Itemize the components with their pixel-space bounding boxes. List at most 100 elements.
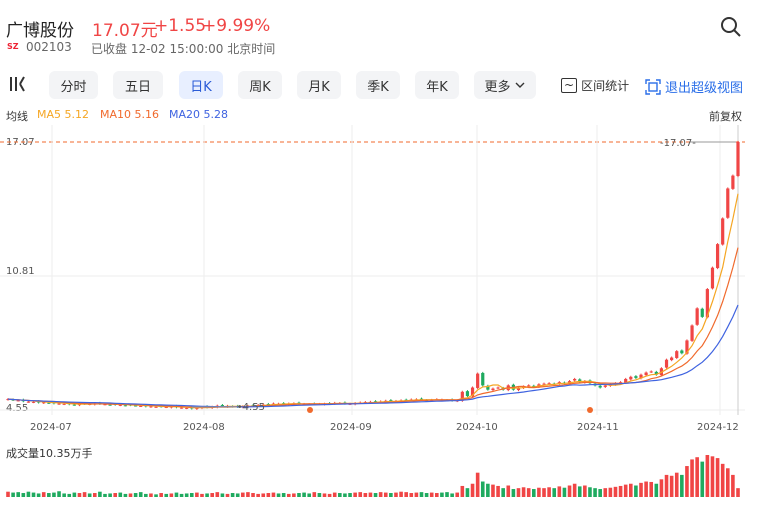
volume-bar	[501, 488, 505, 497]
volume-bar	[700, 461, 705, 497]
tab-jik[interactable]: 季K	[356, 71, 400, 99]
candle-body	[598, 385, 602, 388]
tab-wuri[interactable]: 五日	[113, 71, 163, 99]
volume-bar	[195, 492, 199, 497]
candle-body	[736, 142, 740, 177]
volume-bar	[276, 493, 281, 497]
volume-bar	[26, 491, 31, 497]
volume-bar	[184, 493, 189, 497]
volume-bar	[710, 456, 715, 497]
candle-body	[481, 372, 485, 386]
volume-bar	[256, 493, 260, 497]
volume-bar	[92, 493, 97, 497]
volume-bar	[649, 481, 654, 497]
volume-bar	[174, 492, 179, 497]
volume-bar	[67, 493, 72, 497]
volume-bar	[593, 488, 597, 497]
volume-bar	[552, 488, 557, 497]
event-dot	[307, 407, 313, 413]
volume-bar	[343, 493, 347, 497]
volume-bar	[674, 472, 679, 497]
volume-bar	[108, 493, 112, 497]
volume-bar	[634, 485, 638, 497]
volume-bar	[577, 486, 582, 497]
exit-super-view-label: 退出超级视图	[665, 81, 744, 96]
volume-bar	[373, 493, 378, 497]
volume-bar	[322, 493, 327, 497]
market-status: 已收盘 12-02 15:00:00 北京时间	[91, 42, 276, 56]
kline-chart[interactable]: -17.07- •4.55	[0, 125, 768, 445]
volume-bar	[41, 492, 46, 497]
volume-bar	[77, 493, 82, 497]
volume-bar	[516, 488, 521, 497]
volume-bar	[537, 487, 541, 497]
volume-bar	[394, 492, 398, 497]
volume-bar	[133, 493, 138, 497]
volume-bar	[680, 474, 684, 497]
volume-bar	[62, 493, 66, 497]
volume-bar	[731, 474, 735, 497]
volume-bar	[557, 486, 562, 497]
volume-bar	[348, 493, 352, 497]
price-change-pct: +9.99%	[202, 16, 271, 36]
volume-bar	[628, 483, 633, 497]
volume-bar	[36, 493, 41, 497]
range-stats-button[interactable]: ~ 区间统计	[561, 77, 629, 94]
tab-nian-k[interactable]: 年K	[415, 71, 459, 99]
volume-bar	[297, 493, 301, 497]
volume-bar	[144, 493, 148, 497]
volume-bar	[368, 492, 373, 497]
tab-zhouk[interactable]: 周K	[238, 71, 282, 99]
volume-bar	[496, 485, 500, 497]
ma20-value: MA20 5.28	[169, 108, 229, 121]
chevron-down-icon	[515, 82, 524, 88]
candlestick-icon[interactable]	[8, 75, 26, 97]
volume-bar	[583, 485, 587, 497]
tab-more[interactable]: 更多	[474, 71, 536, 99]
candle-body	[108, 404, 112, 406]
tab-rik[interactable]: 日K	[179, 71, 223, 99]
volume-bar	[404, 492, 408, 497]
tab-yuek[interactable]: 月K	[297, 71, 341, 99]
exit-super-view-button[interactable]: 退出超级视图	[645, 77, 743, 96]
candle-body	[675, 351, 679, 358]
volume-bar	[123, 493, 128, 497]
exit-fullscreen-icon	[645, 78, 661, 95]
candle-body	[731, 175, 735, 189]
volume-bar	[210, 493, 214, 497]
volume-chart[interactable]	[0, 455, 768, 510]
volume-bar	[317, 493, 322, 497]
volume-bar	[241, 492, 245, 497]
volume-bar	[506, 485, 511, 497]
adjust-mode-button[interactable]: 前复权	[709, 108, 742, 124]
volume-bar	[455, 492, 460, 497]
candle-body	[31, 401, 36, 403]
volume-bar	[128, 493, 133, 497]
volume-bar	[82, 492, 87, 497]
volume-bar	[588, 487, 592, 497]
candle-body	[154, 406, 158, 408]
volume-bar	[598, 489, 602, 497]
candle-body	[123, 405, 128, 407]
candle-body	[496, 387, 500, 389]
volume-bar	[445, 492, 449, 497]
volume-bar	[138, 492, 143, 497]
volume-bar	[47, 493, 51, 497]
volume-bars	[6, 455, 740, 497]
tab-more-label: 更多	[484, 79, 511, 95]
volume-bar	[200, 493, 204, 497]
volume-bar	[389, 493, 393, 497]
candle-body	[139, 405, 143, 407]
volume-bar	[312, 492, 317, 497]
volume-bar	[720, 463, 725, 497]
volume-bar	[327, 493, 332, 497]
candle-body	[185, 407, 189, 409]
volume-bar	[491, 484, 495, 497]
search-icon[interactable]	[720, 16, 742, 38]
ma5-line	[7, 193, 739, 409]
volume-bar	[567, 485, 572, 497]
stock-code: 002103	[26, 40, 72, 54]
tab-fenshi[interactable]: 分时	[49, 71, 98, 99]
volume-bar	[225, 493, 230, 497]
volume-bar	[149, 493, 153, 497]
